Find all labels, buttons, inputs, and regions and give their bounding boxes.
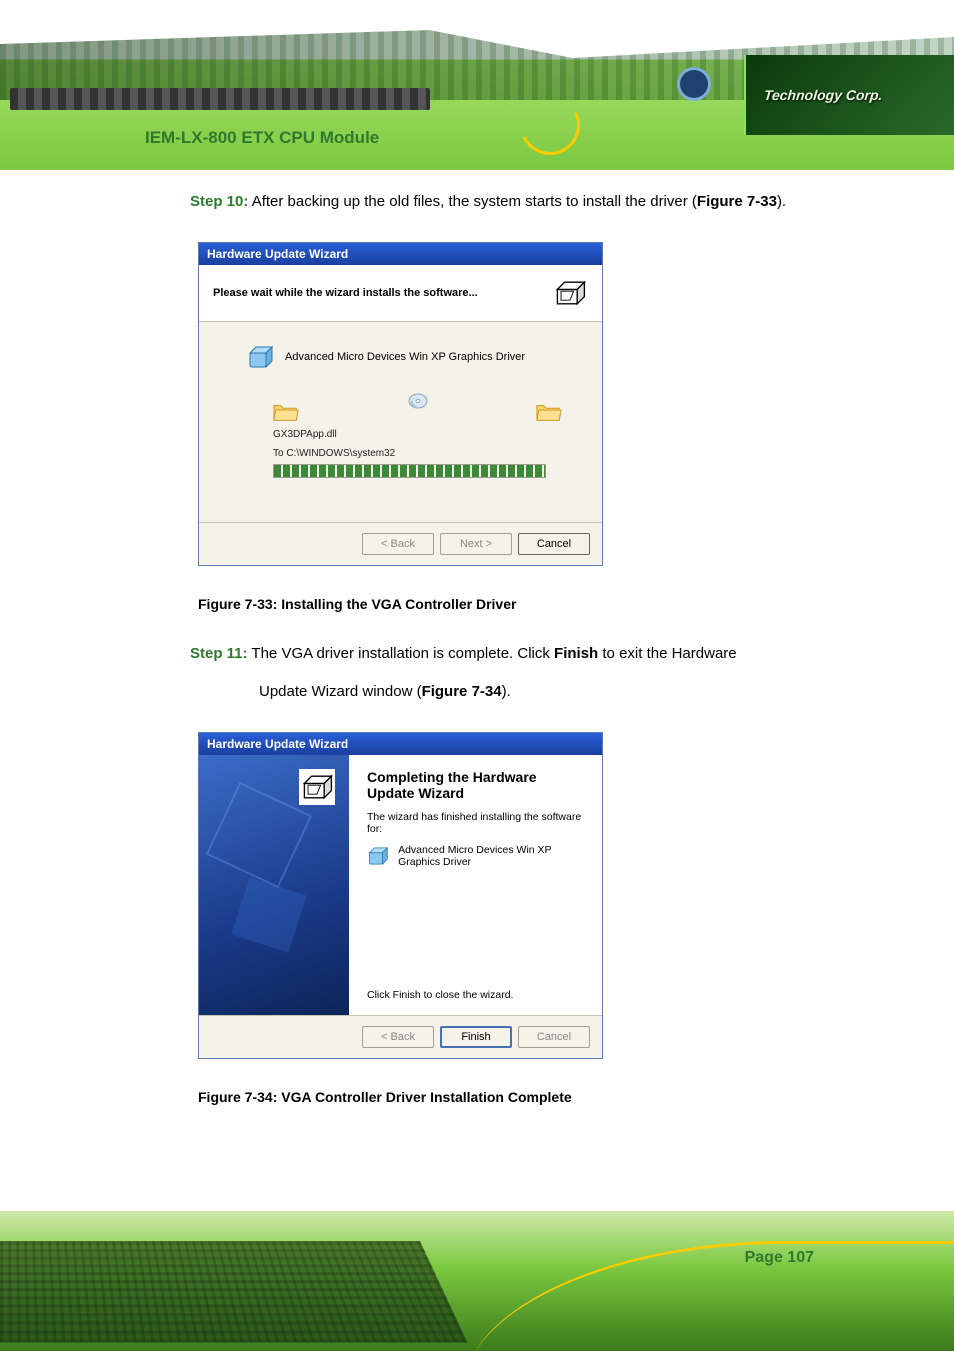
bottom-curve-decor: [464, 1241, 954, 1351]
driver-name: Advanced Micro Devices Win XP Graphics D…: [285, 351, 525, 363]
bottom-board-decor: [0, 1241, 468, 1343]
wizard2-driver-name: Advanced Micro Devices Win XP Graphics D…: [398, 844, 584, 868]
wizard-complete: Hardware Update Wizard Completing the Ha…: [198, 732, 603, 1059]
wizard-header: Please wait while the wizard installs th…: [199, 265, 602, 322]
driver-row: Advanced Micro Devices Win XP Graphics D…: [247, 344, 572, 370]
step-10: Step 10: After backing up the old files,…: [190, 190, 884, 214]
page-number: Page 107: [745, 1249, 814, 1267]
corp-text: Technology Corp.: [763, 87, 883, 103]
step-10-text-a: After backing up the old files, the syst…: [248, 193, 697, 210]
step-10-figref: Figure 7-33: [697, 193, 777, 210]
finish-button[interactable]: Finish: [440, 1026, 512, 1048]
wizard2-driver-row: Advanced Micro Devices Win XP Graphics D…: [367, 843, 584, 869]
step-11-label: Step 11:: [190, 645, 248, 662]
wizard2-titlebar: Hardware Update Wizard: [199, 733, 602, 755]
page-content: Step 10: After backing up the old files,…: [0, 170, 954, 1105]
file-dest: To C:\WINDOWS\system32: [273, 447, 572, 460]
back-button[interactable]: < Back: [362, 533, 434, 555]
step-11-line2: Update Wizard window (Figure 7-34).: [259, 680, 884, 704]
progress-bar: [273, 464, 546, 478]
copy-row: [247, 400, 572, 422]
driver-cube-icon: [247, 344, 273, 370]
back-button[interactable]: < Back: [362, 1026, 434, 1048]
page-title: IEM-LX-800 ETX CPU Module: [145, 128, 379, 148]
figure-caption-34: Figure 7-34: VGA Controller Driver Insta…: [198, 1089, 884, 1105]
step-11-text-b: to exit the Hardware: [598, 645, 736, 662]
sidebar-decor: [206, 782, 312, 888]
step-11-finish: Finish: [554, 645, 598, 662]
folder-source-icon: [273, 400, 299, 422]
wizard2-big-title: Completing the Hardware Update Wizard: [367, 769, 584, 801]
corner-plate: Technology Corp.: [744, 55, 954, 135]
wizard2-split: Completing the Hardware Update Wizard Th…: [199, 755, 602, 1015]
banner-chip-strip: [10, 88, 430, 110]
wizard2-sidebar: [199, 755, 349, 1015]
hardware-box-icon: [299, 769, 335, 805]
banner-dot: [680, 70, 708, 98]
step-10-label: Step 10:: [190, 193, 248, 210]
folder-dest-icon: [536, 400, 562, 422]
sidebar-decor: [231, 877, 307, 953]
step-10-text-b: ).: [777, 193, 786, 210]
cancel-button[interactable]: Cancel: [518, 533, 590, 555]
driver-cube-icon: [367, 843, 388, 869]
bottom-banner: Page 107: [0, 1211, 954, 1351]
wizard2-footer: < Back Finish Cancel: [199, 1015, 602, 1058]
wizard2-mainpane: Completing the Hardware Update Wizard Th…: [349, 755, 602, 1015]
figure-caption-33: Figure 7-33: Installing the VGA Controll…: [198, 596, 884, 612]
wizard2-subtext: The wizard has finished installing the s…: [367, 811, 584, 835]
cancel-button[interactable]: Cancel: [518, 1026, 590, 1048]
disc-icon: [408, 391, 428, 411]
file-name: GX3DPApp.dll: [273, 428, 572, 441]
wizard-installing: Hardware Update Wizard Please wait while…: [198, 242, 603, 566]
next-button[interactable]: Next >: [440, 533, 512, 555]
wizard-header-text: Please wait while the wizard installs th…: [213, 287, 478, 299]
top-banner: Technology Corp. IEM-LX-800 ETX CPU Modu…: [0, 0, 954, 170]
wizard-footer: < Back Next > Cancel: [199, 522, 602, 565]
hardware-box-icon: [552, 275, 588, 311]
wizard-titlebar: Hardware Update Wizard: [199, 243, 602, 265]
step-11: Step 11: The VGA driver installation is …: [190, 642, 884, 704]
step-11-text-a: The VGA driver installation is complete.…: [248, 645, 555, 662]
wizard2-close-text: Click Finish to close the wizard.: [367, 989, 584, 1001]
step-11-figref: Figure 7-34: [422, 683, 502, 700]
wizard-body: Advanced Micro Devices Win XP Graphics D…: [199, 322, 602, 522]
